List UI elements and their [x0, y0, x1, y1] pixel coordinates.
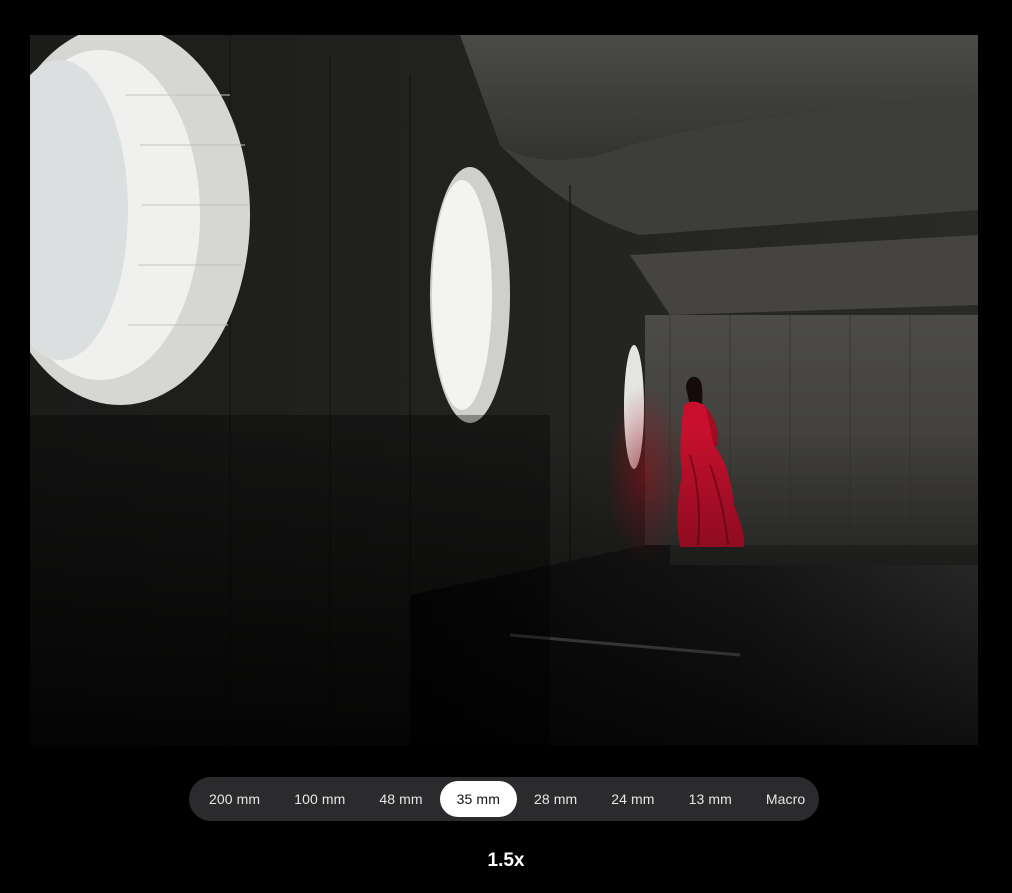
lens-option-100mm[interactable]: 100 mm	[277, 781, 362, 817]
zoom-level-readout: 1.5x	[487, 850, 525, 871]
lens-option-13mm[interactable]: 13 mm	[672, 781, 749, 817]
lens-option-48mm[interactable]: 48 mm	[362, 781, 439, 817]
photo-illustration	[30, 35, 978, 745]
lens-option-28mm[interactable]: 28 mm	[517, 781, 594, 817]
lens-option-macro[interactable]: Macro	[749, 781, 822, 817]
camera-zoom-demo: 200 mm 100 mm 48 mm 35 mm 28 mm 24 mm 13…	[0, 0, 1012, 893]
lens-option-24mm[interactable]: 24 mm	[594, 781, 671, 817]
sample-photo	[30, 35, 978, 745]
lens-selector: 200 mm 100 mm 48 mm 35 mm 28 mm 24 mm 13…	[189, 777, 819, 821]
lens-option-35mm[interactable]: 35 mm	[439, 781, 517, 817]
lens-option-200mm[interactable]: 200 mm	[192, 781, 277, 817]
